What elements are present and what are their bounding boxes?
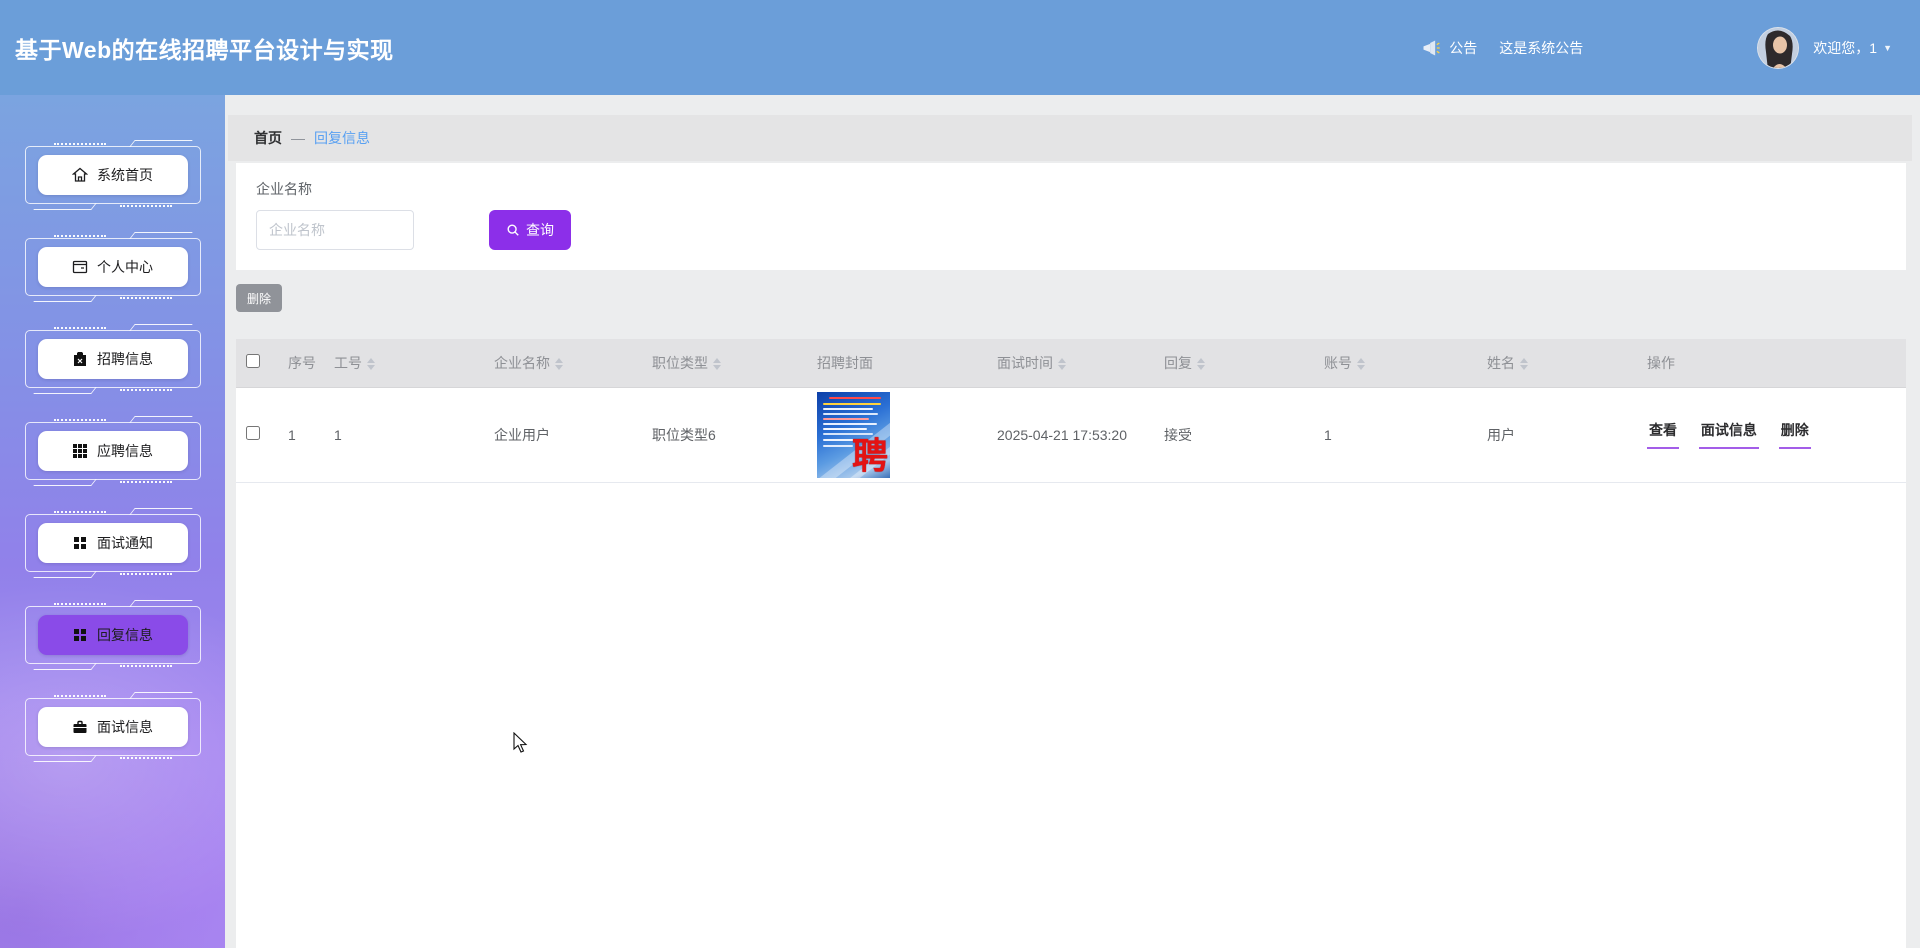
sidebar-item-apply-info[interactable]: 应聘信息 — [24, 416, 201, 486]
sidebar-item-label: 回复信息 — [97, 627, 153, 643]
grid-nine-icon — [73, 444, 87, 458]
mouse-cursor — [513, 732, 528, 753]
sidebar-item-label: 招聘信息 — [97, 351, 153, 367]
column-header-index: 序号 — [278, 339, 324, 388]
sidebar-item-personal-center[interactable]: 个人中心 — [24, 232, 201, 302]
cell-reply: 接受 — [1154, 387, 1314, 483]
sidebar-item-interview-info[interactable]: 面试信息 — [24, 692, 201, 762]
user-menu[interactable]: 欢迎您，1 ▼ — [1813, 38, 1892, 58]
column-header-account[interactable]: 账号 — [1314, 339, 1477, 388]
reply-table: 序号 工号 企业名称 职位类型 招聘封面 面试时间 回复 账号 姓名 操作 1 … — [236, 339, 1906, 948]
main-content: 首页 — 回复信息 企业名称 查询 删除 — [225, 95, 1920, 948]
cover-glyph: 聘 — [851, 434, 888, 476]
avatar-image — [1758, 27, 1799, 68]
announcement-bar[interactable]: 公告 这是系统公告 — [1421, 38, 1583, 58]
row-checkbox[interactable] — [246, 426, 260, 440]
sidebar-item-system-home[interactable]: 系统首页 — [24, 140, 201, 210]
sort-arrows-icon[interactable] — [555, 358, 563, 371]
announcement-text: 这是系统公告 — [1499, 39, 1584, 56]
welcome-text: 欢迎您，1 — [1813, 39, 1878, 56]
cell-job-type: 职位类型6 — [642, 387, 807, 483]
company-name-label: 企业名称 — [256, 181, 312, 197]
column-header-name[interactable]: 姓名 — [1477, 339, 1637, 388]
table-header-row: 序号 工号 企业名称 职位类型 招聘封面 面试时间 回复 账号 姓名 操作 — [236, 339, 1906, 388]
breadcrumb: 首页 — 回复信息 — [228, 115, 1912, 161]
search-panel: 企业名称 查询 — [236, 163, 1906, 270]
app-header: 基于Web的在线招聘平台设计与实现 公告 这是系统公告 欢迎您，1 ▼ — [0, 0, 1920, 95]
delete-button[interactable]: 删除 — [1778, 420, 1811, 449]
sidebar-item-label: 面试通知 — [97, 535, 153, 551]
sort-arrows-icon[interactable] — [1357, 358, 1365, 371]
sidebar: 系统首页 个人中心 招聘信息 应聘信息 面试通知 回复信息 面试信息 — [0, 95, 225, 948]
bulk-delete-button[interactable]: 删除 — [236, 284, 283, 312]
announcement-label: 公告 — [1449, 39, 1478, 56]
sort-arrows-icon[interactable] — [1058, 358, 1066, 371]
cell-name: 用户 — [1477, 387, 1637, 483]
search-icon — [507, 224, 519, 236]
table-row: 1 1 企业用户 职位类型6 聘 2025-04-21 17:53:20 接受 … — [236, 387, 1906, 483]
chevron-down-icon: ▼ — [1883, 42, 1892, 53]
cell-company: 企业用户 — [484, 387, 642, 483]
cell-work-id: 1 — [324, 387, 484, 483]
column-header-interview-time[interactable]: 面试时间 — [987, 339, 1154, 388]
sort-arrows-icon[interactable] — [713, 358, 721, 371]
sidebar-item-reply-info[interactable]: 回复信息 — [24, 600, 201, 670]
interview-info-button[interactable]: 面试信息 — [1698, 420, 1759, 449]
megaphone-icon — [1423, 40, 1440, 55]
cell-index: 1 — [278, 387, 324, 483]
recruitment-cover-image[interactable]: 聘 — [817, 391, 890, 478]
column-header-actions: 操作 — [1637, 339, 1906, 388]
avatar[interactable] — [1757, 26, 1800, 69]
sidebar-item-label: 面试信息 — [97, 719, 153, 735]
grid-four-icon — [74, 629, 86, 641]
sidebar-item-label: 个人中心 — [97, 259, 153, 275]
cell-account: 1 — [1314, 387, 1477, 483]
column-header-work-id[interactable]: 工号 — [324, 339, 484, 388]
breadcrumb-separator: — — [291, 130, 305, 146]
breadcrumb-current-link[interactable]: 回复信息 — [314, 128, 370, 148]
sidebar-item-interview-notice[interactable]: 面试通知 — [24, 508, 201, 578]
query-button[interactable]: 查询 — [489, 210, 571, 250]
column-header-cover: 招聘封面 — [807, 339, 987, 388]
sort-arrows-icon[interactable] — [1197, 358, 1205, 371]
clipboard-icon — [74, 352, 86, 366]
home-icon — [72, 167, 88, 182]
sidebar-item-label: 应聘信息 — [97, 443, 153, 459]
column-header-job-type[interactable]: 职位类型 — [642, 339, 807, 388]
sidebar-item-label: 系统首页 — [97, 167, 153, 183]
column-header-reply[interactable]: 回复 — [1154, 339, 1314, 388]
page-title: 基于Web的在线招聘平台设计与实现 — [15, 36, 394, 63]
sort-arrows-icon[interactable] — [367, 358, 375, 371]
table-toolbar: 删除 — [236, 284, 1906, 312]
view-button[interactable]: 查看 — [1647, 420, 1679, 449]
query-button-label: 查询 — [526, 222, 554, 238]
select-all-checkbox[interactable] — [246, 354, 260, 369]
sidebar-item-recruit-info[interactable]: 招聘信息 — [24, 324, 201, 394]
grid-four-icon — [74, 537, 86, 549]
company-name-input[interactable] — [256, 210, 414, 250]
cell-interview-time: 2025-04-21 17:53:20 — [987, 387, 1154, 483]
briefcase-icon — [73, 720, 87, 733]
column-header-company[interactable]: 企业名称 — [484, 339, 642, 388]
sort-arrows-icon[interactable] — [1520, 358, 1528, 371]
profile-card-icon — [72, 260, 88, 274]
breadcrumb-home-link[interactable]: 首页 — [254, 128, 282, 148]
